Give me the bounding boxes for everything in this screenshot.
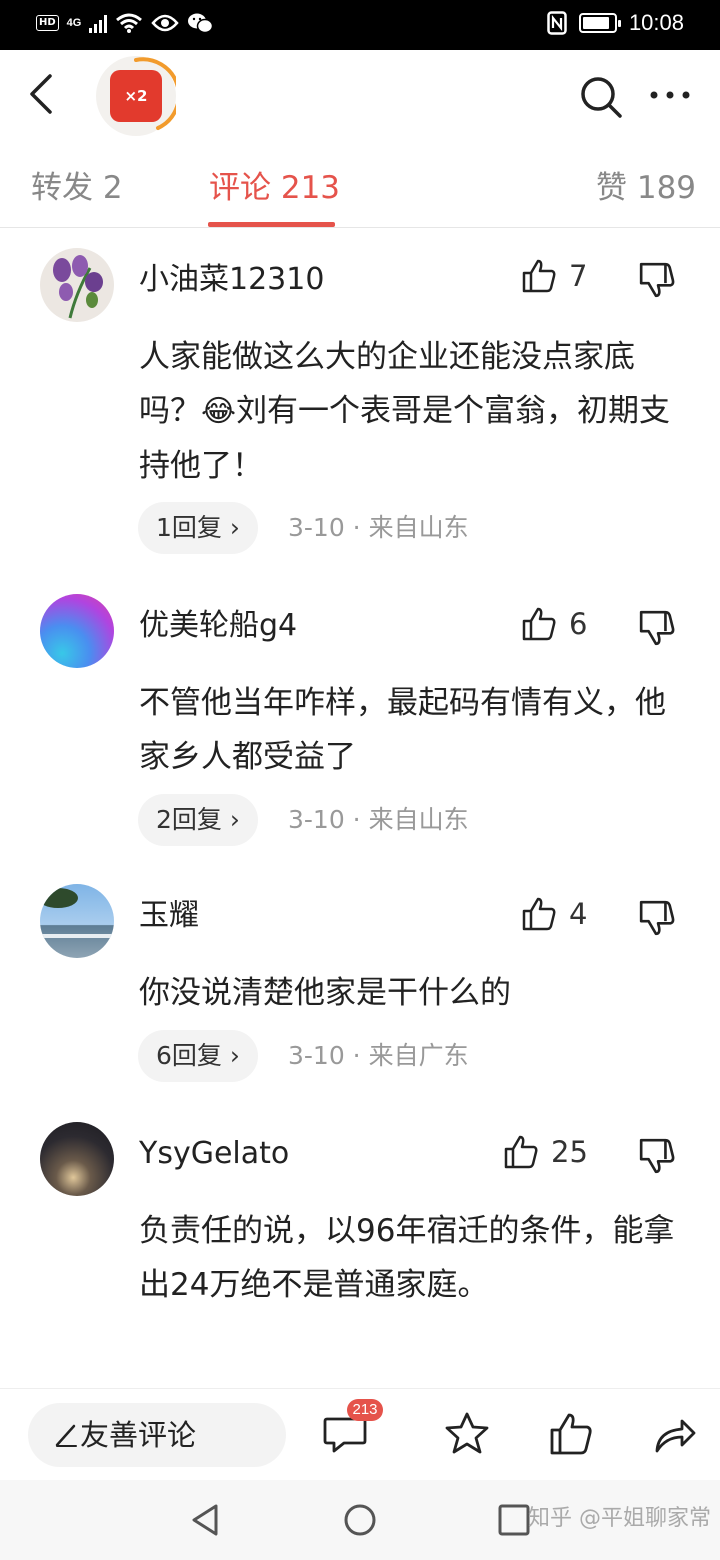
thumbs-down-icon[interactable]	[638, 609, 676, 647]
status-left: HD 4G	[36, 12, 214, 34]
like-count: 25	[551, 1135, 588, 1169]
chevron-right-icon: ›	[229, 1041, 240, 1070]
back-icon[interactable]	[24, 72, 64, 116]
status-right: 10:08	[547, 10, 684, 36]
thumbs-down-icon[interactable]	[638, 1137, 676, 1175]
flower-avatar-image	[53, 255, 103, 319]
thumbs-down-icon[interactable]	[638, 261, 676, 299]
hd-badge: HD	[36, 15, 59, 31]
thumbs-up-icon	[522, 259, 556, 293]
battery-icon	[578, 13, 621, 33]
reply-count-button[interactable]: 6回复 ›	[138, 1030, 258, 1082]
share-icon[interactable]	[652, 1411, 698, 1457]
reward-badge[interactable]: ×2	[96, 56, 176, 136]
avatar[interactable]	[40, 884, 114, 958]
comment-username[interactable]: 玉耀	[139, 896, 199, 936]
comment-text: 你没说清楚他家是干什么的	[139, 975, 511, 1011]
pen-icon	[55, 1424, 77, 1447]
tab-likes[interactable]: 赞 189	[596, 168, 696, 208]
header: ×2	[0, 50, 720, 140]
chevron-right-icon: ›	[229, 513, 240, 542]
thumbs-up-icon	[522, 897, 556, 931]
eye-icon	[151, 14, 180, 32]
reply-count-button[interactable]: 1回复 ›	[138, 502, 258, 554]
tab-reposts[interactable]: 转发 2	[31, 168, 123, 208]
watermark: 知乎 @平姐聊家常	[528, 1506, 711, 1531]
nav-home-icon[interactable]	[342, 1502, 378, 1538]
thumbs-down-icon[interactable]	[638, 899, 676, 937]
like-button[interactable]: 6	[521, 606, 587, 642]
comment-username[interactable]: 优美轮船g4	[139, 606, 297, 646]
like-count: 6	[569, 607, 588, 641]
comment-input-label: 友善评论	[80, 1418, 197, 1452]
reply-count-button[interactable]: 2回复 ›	[138, 794, 258, 846]
like-button[interactable]: 25	[503, 1134, 588, 1170]
comment-username[interactable]: YsyGelato	[139, 1134, 289, 1174]
laughing-crying-emoji: 😂	[201, 394, 237, 429]
reply-label: 2回复	[156, 805, 222, 834]
tab-bar: 转发 2 评论 213 赞 189	[0, 140, 720, 228]
reply-label: 6回复	[156, 1041, 222, 1070]
active-tab-indicator	[208, 222, 335, 227]
nav-back-icon[interactable]	[188, 1502, 224, 1538]
wifi-icon	[116, 13, 143, 33]
thumbs-up-icon	[504, 1135, 538, 1169]
network-type: 4G	[66, 17, 82, 29]
chevron-right-icon: ›	[229, 805, 240, 834]
signal-icon	[89, 13, 108, 33]
comment-username[interactable]: 小油菜12310	[139, 260, 324, 300]
nav-recents-icon[interactable]	[496, 1502, 532, 1538]
avatar[interactable]	[40, 594, 114, 668]
search-icon[interactable]	[578, 74, 624, 120]
reply-label: 1回复	[156, 513, 222, 542]
comment-input[interactable]: 友善评论	[28, 1403, 286, 1467]
comment-text: 不管他当年咋样，最起码有情有义，他家乡人都受益了	[139, 685, 666, 775]
comment-count-badge: 213	[347, 1399, 383, 1421]
comment-meta: 3-10 · 来自山东	[288, 513, 469, 542]
comment-meta: 3-10 · 来自广东	[288, 1041, 469, 1070]
comment-text: 人家能做这么大的企业还能没点家底吗？😂刘有一个表哥是个富翁，初期支持他了！	[139, 330, 684, 493]
thumbs-up-icon	[522, 607, 556, 641]
comment-text: 负责任的说，以96年宿迁的条件，能拿出24万绝不是普通家庭。	[139, 1213, 675, 1303]
tab-comments[interactable]: 评论 213	[209, 168, 340, 208]
gift-icon: ×2	[110, 70, 162, 122]
like-count: 7	[569, 259, 588, 293]
thumbs-up-icon[interactable]	[548, 1411, 594, 1457]
like-count: 4	[569, 897, 588, 931]
badge-label: ×2	[124, 87, 148, 105]
avatar[interactable]	[40, 248, 114, 322]
system-nav-bar: 知乎 @平姐聊家常	[0, 1480, 720, 1560]
avatar[interactable]	[40, 1122, 114, 1196]
status-time: 10:08	[628, 10, 684, 35]
comment-meta: 3-10 · 来自山东	[288, 805, 469, 834]
wechat-icon	[188, 13, 214, 34]
star-icon[interactable]	[444, 1411, 490, 1457]
bottom-action-bar: 友善评论 213	[0, 1388, 720, 1480]
seaside-avatar-image	[40, 888, 114, 938]
like-button[interactable]: 7	[521, 258, 587, 294]
nfc-icon	[547, 11, 567, 35]
more-icon[interactable]	[646, 80, 694, 110]
like-button[interactable]: 4	[521, 896, 587, 932]
status-bar: HD 4G 10:08	[0, 0, 720, 50]
